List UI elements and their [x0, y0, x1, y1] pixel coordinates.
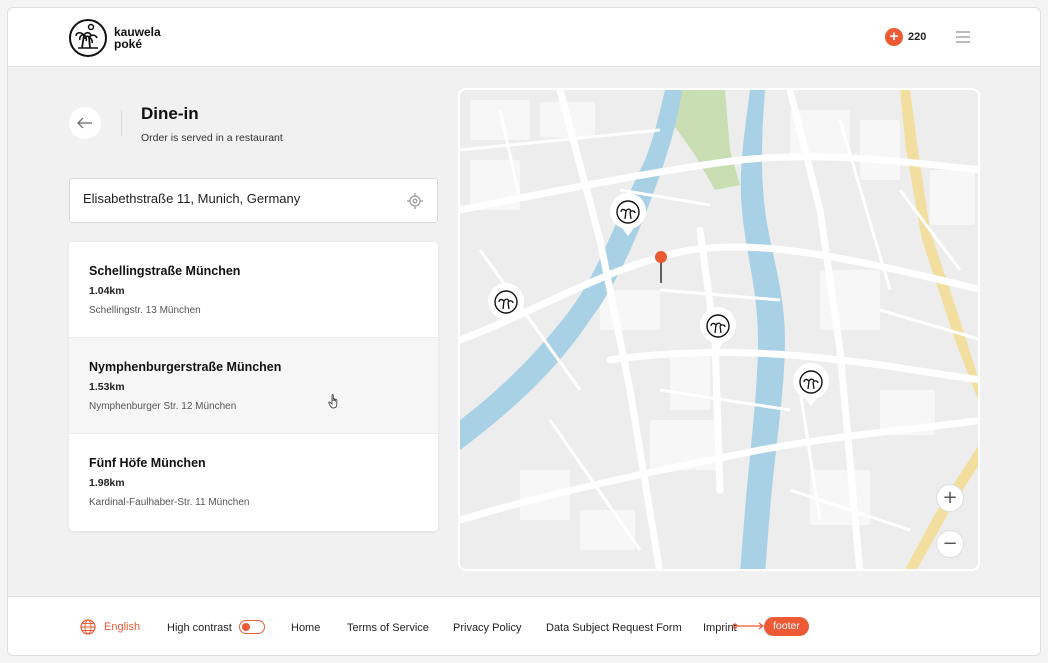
list-item[interactable]: Schellingstraße München 1.04km Schelling… — [69, 242, 438, 338]
high-contrast-toggle[interactable] — [239, 620, 265, 634]
restaurant-address: Kardinal-Faulhaber-Str. 11 München — [89, 497, 250, 508]
high-contrast-label: High contrast — [167, 622, 232, 634]
brand-name: kauwela poké — [114, 26, 161, 50]
top-header: kauwela poké + 220 — [8, 8, 1040, 67]
restaurant-distance: 1.98km — [89, 477, 125, 489]
footer-link-home[interactable]: Home — [291, 622, 320, 634]
current-location-pin-icon — [655, 251, 667, 283]
hand-cursor-icon — [328, 394, 338, 409]
restaurant-marker-icon[interactable] — [486, 282, 526, 328]
address-input[interactable] — [83, 191, 393, 206]
restaurant-marker-icon[interactable] — [791, 362, 831, 408]
restaurant-marker-icon[interactable] — [608, 192, 648, 238]
zoom-out-button[interactable]: − — [936, 530, 964, 558]
page-footer: English High contrast Home Terms of Serv… — [8, 596, 1040, 655]
restaurant-address: Schellingstr. 13 München — [89, 305, 201, 316]
footer-link-terms[interactable]: Terms of Service — [347, 622, 429, 634]
restaurant-name: Nymphenburgerstraße München — [89, 360, 282, 374]
toggle-knob — [242, 622, 250, 631]
map-view[interactable]: + − — [458, 88, 980, 571]
restaurant-list: Schellingstraße München 1.04km Schelling… — [69, 242, 438, 531]
brand-logo[interactable]: kauwela poké — [68, 18, 161, 58]
list-item[interactable]: Nymphenburgerstraße München 1.53km Nymph… — [69, 338, 438, 434]
brand-line-2: poké — [114, 37, 143, 51]
page-title: Dine-in — [141, 104, 199, 123]
arrow-left-icon — [77, 117, 92, 129]
footer-annotation-badge: footer — [764, 617, 809, 636]
loyalty-points[interactable]: + 220 — [885, 28, 926, 46]
locate-me-icon[interactable] — [406, 192, 424, 210]
hamburger-menu-icon[interactable] — [956, 31, 970, 43]
globe-icon — [80, 619, 96, 635]
list-item[interactable]: Fünf Höfe München 1.98km Kardinal-Faulha… — [69, 434, 438, 530]
address-field — [69, 178, 438, 223]
footer-link-privacy[interactable]: Privacy Policy — [453, 622, 521, 634]
restaurant-distance: 1.04km — [89, 285, 125, 297]
palm-logo-icon — [69, 19, 107, 57]
language-label: English — [104, 621, 141, 633]
divider — [121, 110, 122, 136]
language-selector[interactable]: English — [80, 619, 140, 635]
plus-badge-icon: + — [885, 28, 903, 46]
restaurant-distance: 1.53km — [89, 381, 125, 393]
footer-link-dsr[interactable]: Data Subject Request Form — [546, 622, 682, 634]
annotation-arrow-icon — [732, 622, 764, 630]
restaurant-address: Nymphenburger Str. 12 München — [89, 401, 237, 412]
points-value: 220 — [908, 31, 927, 43]
app-window: kauwela poké + 220 Dine-in Order is serv… — [7, 7, 1041, 656]
restaurant-name: Schellingstraße München — [89, 264, 241, 278]
back-button[interactable] — [69, 107, 101, 139]
restaurant-name: Fünf Höfe München — [89, 456, 206, 470]
restaurant-marker-icon[interactable] — [698, 306, 738, 352]
page-subtitle: Order is served in a restaurant — [141, 132, 283, 144]
zoom-in-button[interactable]: + — [936, 484, 964, 512]
